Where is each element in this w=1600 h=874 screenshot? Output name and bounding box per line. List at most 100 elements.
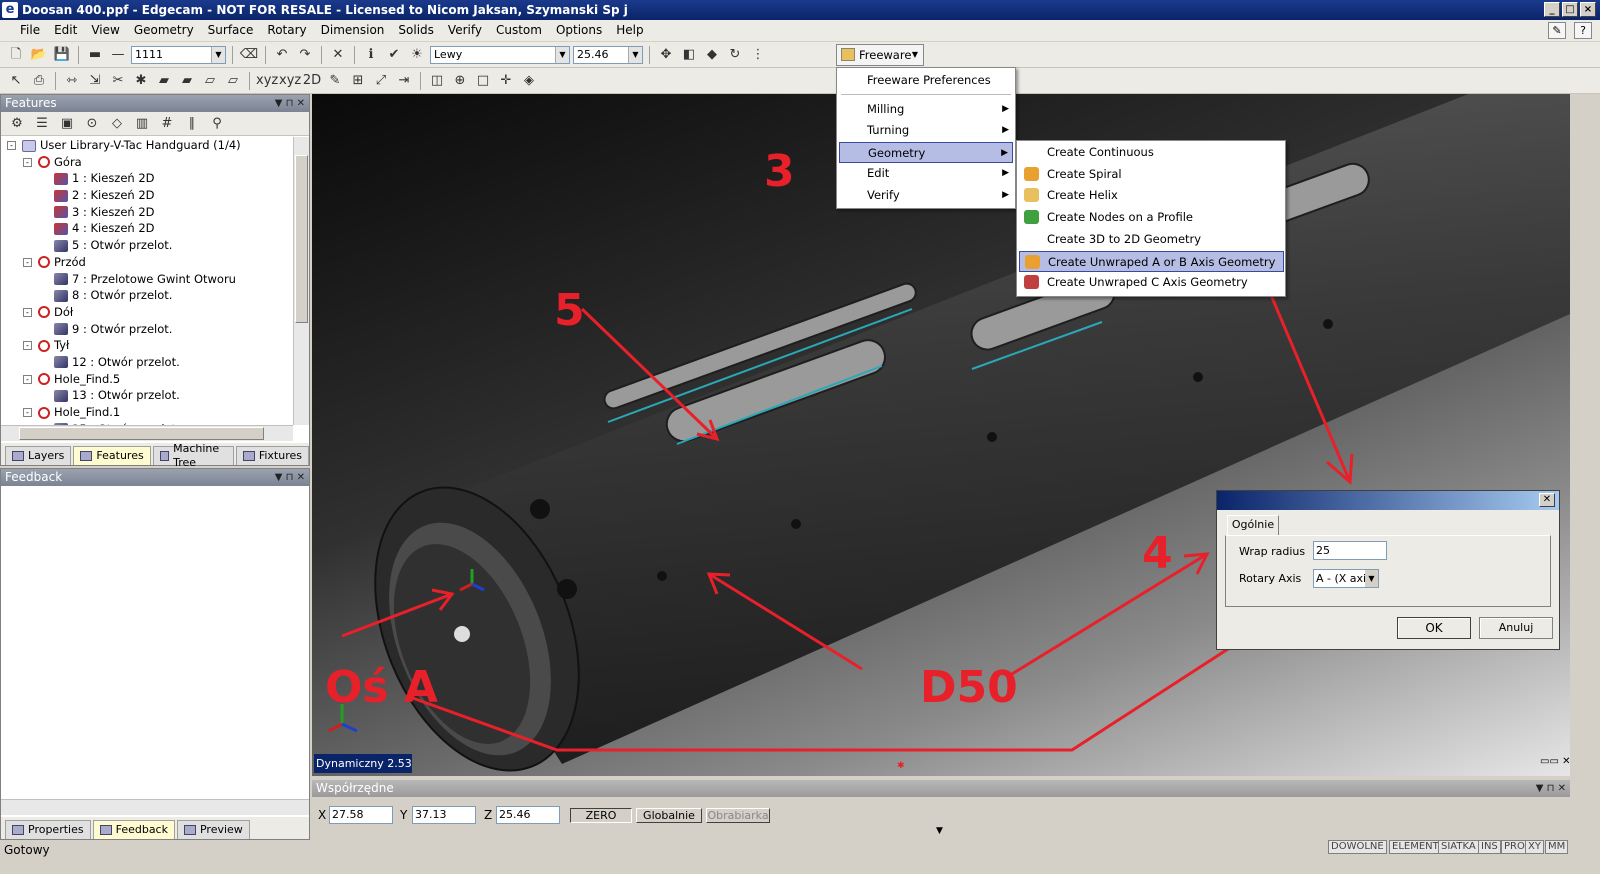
status-indicator[interactable]: DOWOLNE xyxy=(1328,840,1387,854)
tab-general[interactable]: Ogólnie xyxy=(1227,515,1279,535)
ok-button[interactable]: OK xyxy=(1397,617,1471,639)
save-icon[interactable]: 💾 xyxy=(52,45,72,65)
new-file-icon[interactable]: 🗋 xyxy=(6,45,26,65)
menu-custom[interactable]: Custom xyxy=(490,20,548,41)
status-indicator[interactable]: INS xyxy=(1478,840,1501,854)
panel-controls[interactable]: ▼ ⊓ ✕ xyxy=(1536,780,1566,797)
feedback-scrollbar[interactable] xyxy=(1,799,309,815)
feature-shape-icon[interactable]: ◇ xyxy=(107,114,127,134)
freeware-item-edit[interactable]: Edit ▶ xyxy=(839,163,1013,184)
machine-button[interactable]: Obrabiarka xyxy=(706,808,770,823)
feature-tool-icon[interactable]: ⚙ xyxy=(7,114,27,134)
feature-box-icon[interactable]: ▣ xyxy=(57,114,77,134)
tree-node[interactable]: 1 : Kieszeń 2D xyxy=(1,170,293,187)
tree-node[interactable]: 9 : Otwór przelot. xyxy=(1,321,293,338)
origin-icon[interactable]: ✛ xyxy=(496,71,516,91)
maximize-button[interactable]: □ xyxy=(1562,2,1578,17)
arrow-icon[interactable]: ⇥ xyxy=(394,71,414,91)
depth-combo[interactable]: 25.46 ▼ xyxy=(573,45,643,64)
tree-node[interactable]: - Tył xyxy=(1,337,293,354)
menu-verify[interactable]: Verify xyxy=(442,20,488,41)
geometry-item-create-nodes-on-a-profile[interactable]: Create Nodes on a Profile xyxy=(1019,207,1284,228)
geometry-item-create-unwraped-a-or-b-axis-geometry[interactable]: Create Unwraped A or B Axis Geometry xyxy=(1019,250,1284,272)
box-icon[interactable]: □ xyxy=(473,71,493,91)
bulb-icon[interactable]: ☀ xyxy=(407,45,427,65)
status-indicator[interactable]: MM xyxy=(1545,840,1569,854)
z-coordinate[interactable]: 25.46 xyxy=(496,806,560,824)
feature-hash-icon[interactable]: # xyxy=(157,114,177,134)
tab-layers[interactable]: Layers xyxy=(5,446,72,465)
menu-surface[interactable]: Surface xyxy=(202,20,260,41)
rotate-icon[interactable]: ↻ xyxy=(725,45,745,65)
menu-help[interactable]: Help xyxy=(610,20,649,41)
layer-combo[interactable]: 1111 ▼ xyxy=(131,45,226,64)
color-icon[interactable]: ▬ xyxy=(85,45,105,65)
menu-options[interactable]: Options xyxy=(550,20,608,41)
wrap-radius-input[interactable]: 25 xyxy=(1313,541,1387,560)
menu-geometry[interactable]: Geometry xyxy=(128,20,200,41)
menu-file[interactable]: File xyxy=(14,20,46,41)
menu-rotary[interactable]: Rotary xyxy=(261,20,312,41)
tree-node[interactable]: 3 : Kieszeń 2D xyxy=(1,204,293,221)
panel-controls[interactable]: ▼ ⊓ ✕ xyxy=(275,469,305,486)
minimize-button[interactable]: _ xyxy=(1544,2,1560,17)
redo-icon[interactable]: ↷ xyxy=(295,45,315,65)
zero-button[interactable]: ZERO xyxy=(570,808,632,823)
solid3-icon[interactable]: ▱ xyxy=(200,71,220,91)
cancel-button[interactable]: Anuluj xyxy=(1479,617,1553,639)
geometry-item-create-continuous[interactable]: Create Continuous xyxy=(1019,142,1284,163)
freeware-item-freeware-preferences[interactable]: Freeware Preferences xyxy=(839,70,1013,91)
freeware-item-turning[interactable]: Turning ▶ xyxy=(839,120,1013,141)
freeware-item-verify[interactable]: Verify ▶ xyxy=(839,185,1013,206)
collapse-icon[interactable]: - xyxy=(23,157,32,167)
shade-icon[interactable]: ◆ xyxy=(702,45,722,65)
global-button[interactable]: Globalnie xyxy=(636,808,702,823)
pen-icon[interactable]: ✎ xyxy=(1548,22,1566,39)
tree-node[interactable]: 2 : Kieszeń 2D xyxy=(1,187,293,204)
feature-link-icon[interactable]: ⚲ xyxy=(207,114,227,134)
tab-preview[interactable]: Preview xyxy=(176,820,250,839)
freeware-item-geometry[interactable]: Geometry ▶ xyxy=(839,142,1013,163)
solid-icon[interactable]: ▰ xyxy=(154,71,174,91)
tree-node[interactable]: - Hole_Find.1 xyxy=(1,404,293,421)
material-icon[interactable]: ◈ xyxy=(519,71,539,91)
solid2-icon[interactable]: ▰ xyxy=(177,71,197,91)
collapse-icon[interactable]: - xyxy=(23,408,32,417)
check-icon[interactable]: ✔ xyxy=(384,45,404,65)
erase-icon[interactable]: ⌫ xyxy=(239,45,259,65)
status-indicator[interactable]: PRO xyxy=(1501,840,1528,854)
geometry-item-create-3d-to-2d-geometry[interactable]: Create 3D to 2D Geometry xyxy=(1019,229,1284,250)
toolbar-options-icon[interactable]: ⋮ xyxy=(748,45,768,65)
2d-icon[interactable]: 2D xyxy=(302,71,322,91)
zoom-icon[interactable]: ⊕ xyxy=(450,71,470,91)
close-button[interactable]: × xyxy=(1580,2,1596,17)
geometry-item-create-unwraped-c-axis-geometry[interactable]: Create Unwraped C Axis Geometry xyxy=(1019,272,1284,293)
cpl-icon[interactable]: ◫ xyxy=(427,71,447,91)
x-coordinate[interactable]: 27.58 xyxy=(329,806,393,824)
measure-icon[interactable]: ⇿ xyxy=(62,71,82,91)
expand-icon[interactable]: ▼ xyxy=(936,826,943,836)
open-folder-icon[interactable]: 📂 xyxy=(29,45,49,65)
snap-icon[interactable]: ⤢ xyxy=(371,71,391,91)
pencil-icon[interactable]: ✎ xyxy=(325,71,345,91)
tree-node[interactable]: 13 : Otwór przelot. xyxy=(1,387,293,404)
print-icon[interactable]: ⎙ xyxy=(29,71,49,91)
xyz2-icon[interactable]: xyz xyxy=(279,71,301,91)
fan-icon[interactable]: ✱ xyxy=(131,71,151,91)
collapse-icon[interactable]: - xyxy=(23,341,32,351)
feature-list-icon[interactable]: ☰ xyxy=(32,114,52,134)
freeware-item-milling[interactable]: Milling ▶ xyxy=(839,99,1013,120)
rotary-axis-select[interactable]: A - (X axis) ▼ xyxy=(1313,569,1379,588)
cube-view-icon[interactable]: ◧ xyxy=(679,45,699,65)
viewport-window-controls[interactable]: ▭▭ ✕ xyxy=(1540,756,1570,767)
tree-node[interactable]: - User Library-V-Tac Handguard (1/4) xyxy=(1,137,293,154)
collapse-icon[interactable]: - xyxy=(7,141,16,150)
menu-edit[interactable]: Edit xyxy=(48,20,83,41)
tree-node[interactable]: 5 : Otwór przelot. xyxy=(1,237,293,254)
help-pointer-icon[interactable]: ? xyxy=(1574,22,1592,39)
tree-vertical-scrollbar[interactable] xyxy=(293,137,309,425)
select-icon[interactable]: ↖ xyxy=(6,71,26,91)
tab-feedback[interactable]: Feedback xyxy=(92,820,175,839)
geometry-item-create-helix[interactable]: Create Helix xyxy=(1019,185,1284,206)
freeware-menu-button[interactable]: Freeware ▼ xyxy=(836,44,924,66)
